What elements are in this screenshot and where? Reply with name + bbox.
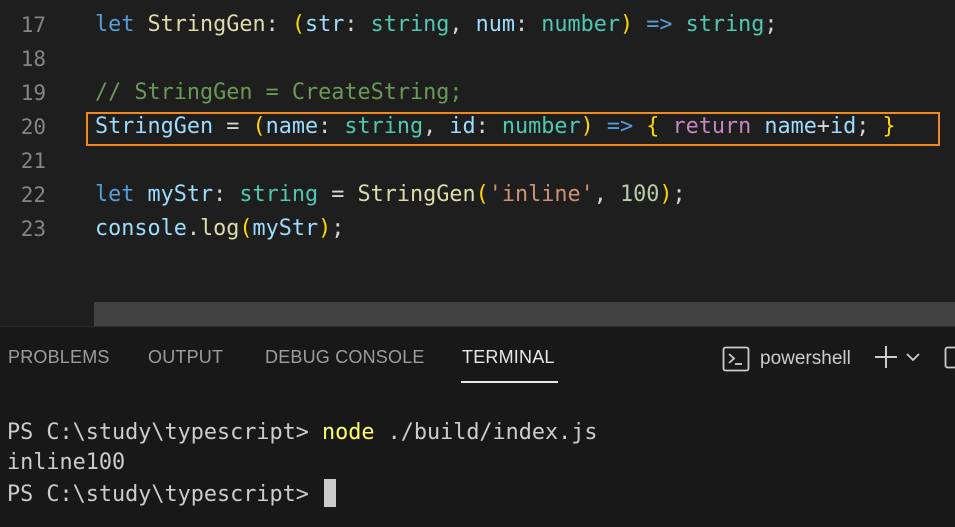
line-number: 21 <box>20 149 46 173</box>
code-token: ; <box>764 12 778 37</box>
code-token: : <box>514 12 542 37</box>
line-number: 19 <box>20 81 46 105</box>
code-token: : <box>344 12 371 37</box>
code-text: let StringGen: (str: string, num: number… <box>95 8 777 42</box>
code-token: ) <box>659 182 673 207</box>
code-line[interactable]: 22 let myStr: string = StringGen('inline'… <box>0 178 955 212</box>
tab-output[interactable]: OUTPUT <box>148 347 223 368</box>
code-token: string <box>370 12 450 37</box>
panel-tabs: PROBLEMS OUTPUT DEBUG CONSOLE TERMINAL p… <box>0 327 955 391</box>
line-number: 20 <box>20 115 46 139</box>
terminal-prompt: PS C:\study\typescript> <box>7 420 322 445</box>
terminal-output: inline100 <box>7 450 126 475</box>
terminal-cursor <box>323 479 336 507</box>
code-token: = <box>318 182 358 207</box>
tab-terminal[interactable]: TERMINAL <box>462 347 555 368</box>
code-token: 100 <box>619 182 660 207</box>
code-token: ) <box>619 12 634 37</box>
code-token: str <box>304 12 345 37</box>
code-token: ( <box>291 12 305 37</box>
terminal-line: PS C:\study\typescript> node ./build/ind… <box>7 418 598 448</box>
code-token: ; <box>672 182 686 207</box>
shell-name[interactable]: powershell <box>760 348 851 370</box>
code-token: 'inline' <box>488 182 594 207</box>
horizontal-scrollbar[interactable] <box>94 302 955 326</box>
code-token: let <box>95 182 135 207</box>
terminal-command-args: ./build/index.js <box>374 420 598 445</box>
code-token: // StringGen = CreateString; <box>95 80 463 105</box>
code-editor[interactable]: 17 let StringGen: (str: string, num: numb… <box>0 0 955 326</box>
code-token: num <box>475 12 515 37</box>
code-token: myStr <box>147 182 214 207</box>
tab-debug-console[interactable]: DEBUG CONSOLE <box>265 347 425 368</box>
line-number: 17 <box>20 13 46 37</box>
code-text: let myStr: string = StringGen('inline', … <box>95 178 686 212</box>
chevron-down-icon[interactable] <box>905 351 921 363</box>
code-token: ( <box>239 216 253 241</box>
code-token: , <box>593 182 620 207</box>
active-tab-indicator <box>461 381 558 383</box>
line-number: 22 <box>20 183 46 207</box>
code-token: => <box>646 12 673 37</box>
code-token: string <box>239 182 319 207</box>
line-number: 23 <box>20 217 46 241</box>
tab-problems[interactable]: PROBLEMS <box>8 347 110 368</box>
terminal-prompt: PS C:\study\typescript> <box>7 482 322 507</box>
code-line[interactable]: 21 <box>0 144 955 178</box>
line-highlight-box <box>86 112 940 146</box>
code-line[interactable]: 18 <box>0 42 955 76</box>
code-token: , <box>449 12 476 37</box>
code-text: console.log(myStr); <box>95 212 344 246</box>
code-token: ) <box>318 216 332 241</box>
split-terminal-icon[interactable] <box>944 346 955 370</box>
bottom-panel: PROBLEMS OUTPUT DEBUG CONSOLE TERMINAL p… <box>0 326 955 527</box>
code-token: StringGen <box>357 182 476 207</box>
code-token: string <box>685 12 765 37</box>
plus-icon[interactable] <box>873 344 899 370</box>
code-token: let <box>95 12 135 37</box>
line-number: 18 <box>20 47 46 71</box>
code-token: number <box>541 12 620 37</box>
code-line[interactable]: 19 // StringGen = CreateString; <box>0 76 955 110</box>
code-line[interactable]: 17 let StringGen: (str: string, num: numb… <box>0 8 955 42</box>
terminal-command: node <box>321 420 375 445</box>
code-token: : <box>213 182 240 207</box>
code-token: log <box>200 216 240 241</box>
code-token: . <box>186 216 200 241</box>
terminal-icon[interactable] <box>722 346 750 372</box>
code-token: StringGen <box>147 12 266 37</box>
code-token: ( <box>475 182 489 207</box>
code-token: : <box>265 12 292 37</box>
code-token: ; <box>331 216 345 241</box>
terminal-line[interactable]: PS C:\study\typescript> <box>7 479 336 510</box>
code-token: myStr <box>252 216 319 241</box>
code-token: console <box>95 216 187 241</box>
code-text: // StringGen = CreateString; <box>95 76 462 110</box>
code-line[interactable]: 23 console.log(myStr); <box>0 212 955 246</box>
